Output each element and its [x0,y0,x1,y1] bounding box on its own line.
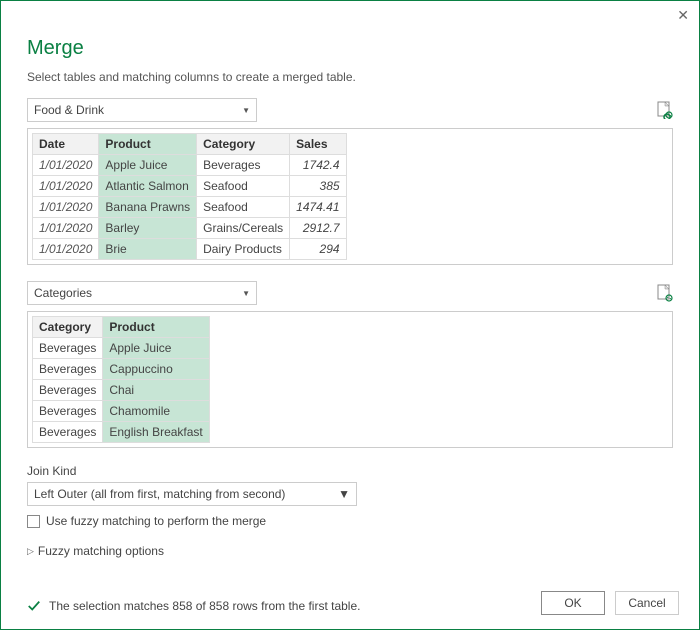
table-row[interactable]: 1/01/2020BarleyGrains/Cereals2912.7 [33,218,347,239]
chevron-right-icon: ▷ [27,546,34,557]
table-cell[interactable]: Beverages [33,338,103,359]
table2-dropdown-label: Categories [34,286,92,300]
table-cell[interactable]: Beverages [33,422,103,443]
table-cell[interactable]: 1742.4 [290,155,346,176]
table-cell[interactable]: Atlantic Salmon [99,176,197,197]
table-cell[interactable]: Cappuccino [103,359,209,380]
checkmark-icon [27,599,41,613]
chevron-down-icon: ▼ [242,289,250,298]
dialog-subtitle: Select tables and matching columns to cr… [27,70,673,84]
footer-buttons: OK Cancel [541,591,679,615]
table-cell[interactable]: 1/01/2020 [33,218,99,239]
fuzzy-checkbox-row: Use fuzzy matching to perform the merge [27,514,673,528]
table-cell[interactable]: Beverages [33,359,103,380]
status-row: The selection matches 858 of 858 rows fr… [27,599,360,613]
table1-grid[interactable]: DateProductCategorySales 1/01/2020Apple … [32,133,347,260]
table2-selector-row: Categories ▼ [27,281,673,305]
table-cell[interactable]: Apple Juice [99,155,197,176]
dialog-title: Merge [27,37,673,60]
table-cell[interactable]: Chai [103,380,209,401]
table-cell[interactable]: Chamomile [103,401,209,422]
table-cell[interactable]: Seafood [197,176,290,197]
table-row[interactable]: BeveragesChai [33,380,210,401]
fuzzy-checkbox-label: Use fuzzy matching to perform the merge [46,514,266,528]
join-kind-value: Left Outer (all from first, matching fro… [34,487,285,501]
table-cell[interactable]: Brie [99,239,197,260]
fuzzy-options-label: Fuzzy matching options [38,544,164,558]
table-row[interactable]: 1/01/2020Atlantic SalmonSeafood385 [33,176,347,197]
table2-preview: CategoryProduct BeveragesApple JuiceBeve… [27,311,673,448]
table-row[interactable]: BeveragesApple Juice [33,338,210,359]
table-cell[interactable]: 1/01/2020 [33,155,99,176]
chevron-down-icon: ▼ [338,487,350,501]
column-header[interactable]: Category [33,317,103,338]
table-cell[interactable]: Beverages [197,155,290,176]
column-header[interactable]: Sales [290,134,346,155]
table-cell[interactable]: English Breakfast [103,422,209,443]
table-cell[interactable]: Banana Prawns [99,197,197,218]
merge-dialog: ✕ Merge Select tables and matching colum… [0,0,700,630]
table-row[interactable]: BeveragesChamomile [33,401,210,422]
fuzzy-checkbox[interactable] [27,515,40,528]
join-kind-dropdown[interactable]: Left Outer (all from first, matching fro… [27,482,357,506]
table1-dropdown-label: Food & Drink [34,103,104,117]
table-cell[interactable]: 1474.41 [290,197,346,218]
status-text: The selection matches 858 of 858 rows fr… [49,599,360,613]
join-kind-label: Join Kind [27,464,673,478]
table-cell[interactable]: 1/01/2020 [33,176,99,197]
table-row[interactable]: 1/01/2020BrieDairy Products294 [33,239,347,260]
table-cell[interactable]: 2912.7 [290,218,346,239]
table1-dropdown[interactable]: Food & Drink ▼ [27,98,257,122]
column-header[interactable]: Category [197,134,290,155]
preview-page-icon[interactable] [657,284,673,302]
table2-grid[interactable]: CategoryProduct BeveragesApple JuiceBeve… [32,316,210,443]
fuzzy-options-expander[interactable]: ▷ Fuzzy matching options [27,544,673,558]
table-row[interactable]: 1/01/2020Banana PrawnsSeafood1474.41 [33,197,347,218]
table-cell[interactable]: 294 [290,239,346,260]
table-row[interactable]: BeveragesEnglish Breakfast [33,422,210,443]
table-cell[interactable]: Beverages [33,380,103,401]
table-row[interactable]: 1/01/2020Apple JuiceBeverages1742.4 [33,155,347,176]
cancel-button[interactable]: Cancel [615,591,679,615]
table-cell[interactable]: Dairy Products [197,239,290,260]
preview-page-icon[interactable] [657,101,673,119]
table-row[interactable]: BeveragesCappuccino [33,359,210,380]
column-header[interactable]: Date [33,134,99,155]
table-cell[interactable]: Barley [99,218,197,239]
table2-dropdown[interactable]: Categories ▼ [27,281,257,305]
chevron-down-icon: ▼ [242,106,250,115]
table1-selector-row: Food & Drink ▼ [27,98,673,122]
column-header[interactable]: Product [99,134,197,155]
close-button[interactable]: ✕ [677,7,689,24]
table-cell[interactable]: Seafood [197,197,290,218]
table-cell[interactable]: Apple Juice [103,338,209,359]
table-cell[interactable]: 385 [290,176,346,197]
table-cell[interactable]: 1/01/2020 [33,239,99,260]
table-cell[interactable]: Beverages [33,401,103,422]
column-header[interactable]: Product [103,317,209,338]
table1-preview: DateProductCategorySales 1/01/2020Apple … [27,128,673,265]
ok-button[interactable]: OK [541,591,605,615]
table-cell[interactable]: Grains/Cereals [197,218,290,239]
table-cell[interactable]: 1/01/2020 [33,197,99,218]
dialog-content: Merge Select tables and matching columns… [1,1,699,558]
